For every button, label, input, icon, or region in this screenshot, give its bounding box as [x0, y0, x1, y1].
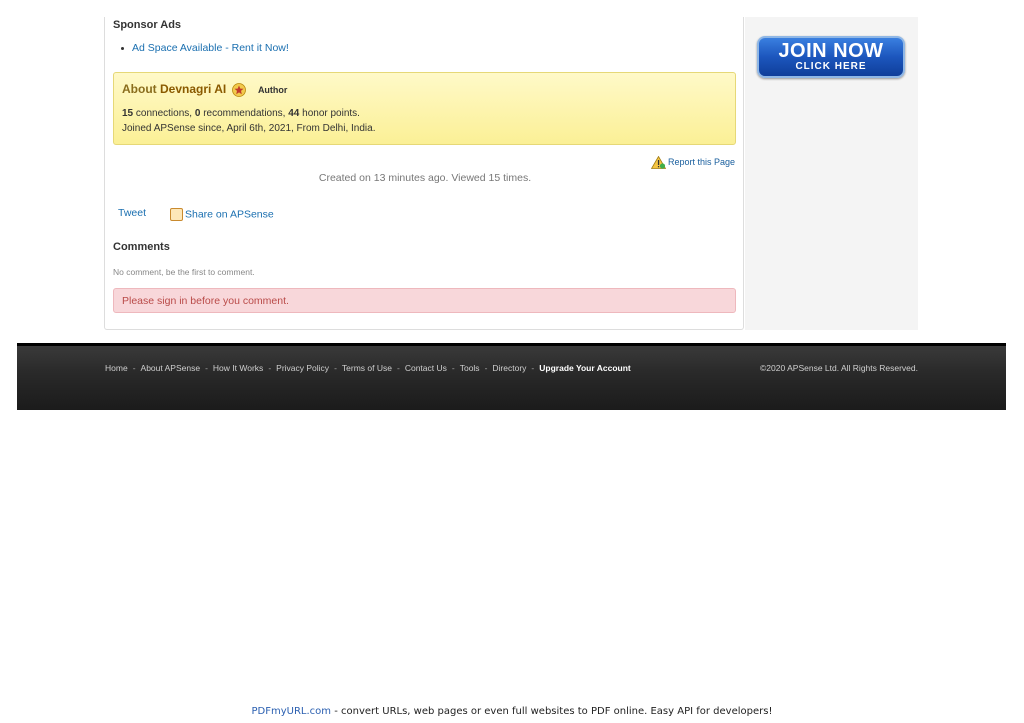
report-page-link[interactable]: Report this Page: [650, 156, 735, 169]
pdfmyurl-link[interactable]: PDFmyURL.com: [252, 706, 332, 717]
footer-link-terms[interactable]: Terms of Use: [342, 363, 392, 373]
created-info: Created on 13 minutes ago. Viewed 15 tim…: [318, 172, 532, 184]
footer-link-directory[interactable]: Directory: [492, 363, 526, 373]
honor-points-label: honor points.: [302, 108, 360, 119]
connections-count: 15: [122, 108, 134, 119]
connections-label: connections,: [135, 108, 193, 119]
pdf-watermark-note: PDFmyURL.com - convert URLs, web pages o…: [0, 706, 1024, 717]
article-card: Sponsor Ads Ad Space Available - Rent it…: [104, 17, 744, 330]
sponsor-ads-title: Sponsor Ads: [113, 19, 182, 31]
warning-icon: [650, 156, 666, 169]
footer-separator: -: [268, 363, 272, 373]
sponsor-ads-list: Ad Space Available - Rent it Now!: [121, 42, 289, 54]
footer-separator: -: [451, 363, 455, 373]
author-badge: Author: [257, 85, 288, 95]
footer-links: Home - About APSense - How It Works - Privacy …: [105, 363, 631, 373]
apsense-share-icon: [170, 208, 183, 221]
footer-separator: -: [334, 363, 337, 373]
comments-title: Comments: [113, 241, 170, 253]
footer-separator: -: [531, 363, 535, 373]
footer-link-contact[interactable]: Contact Us: [405, 363, 447, 373]
footer-link-how-it-works[interactable]: How It Works: [213, 363, 263, 373]
report-page-label: Report this Page: [667, 156, 735, 167]
no-comment-text: No comment, be the first to comment.: [113, 267, 255, 277]
footer-link-upgrade[interactable]: Upgrade Your Account: [539, 363, 630, 373]
honor-points-count: 44: [288, 108, 300, 119]
tweet-button[interactable]: Tweet: [118, 207, 146, 219]
signin-alert: Please sign in before you comment.: [113, 288, 736, 313]
about-stats: 15 connections, 0 recommendations, 44 ho…: [122, 108, 360, 119]
footer-separator: -: [396, 363, 400, 373]
recommendations-count: 0: [194, 108, 201, 119]
star-badge-icon: [231, 82, 246, 97]
author-name-link[interactable]: Devnagri AI: [160, 82, 226, 96]
footer-link-about[interactable]: About APSense: [141, 363, 201, 373]
bullet-icon: [121, 46, 124, 50]
join-now-label: JOIN NOW: [778, 40, 884, 62]
joined-info: Joined APSense since, April 6th, 2021, F…: [122, 123, 376, 134]
pdf-note-text: - convert URLs, web pages or even full w…: [331, 706, 773, 717]
footer-separator: -: [484, 363, 488, 373]
signin-alert-text: Please sign in before you comment.: [122, 295, 289, 307]
about-heading: About Devnagri AI Author: [122, 82, 287, 97]
about-author-box: About Devnagri AI Author 15 connections,…: [113, 72, 736, 145]
footer-separator: -: [205, 363, 208, 373]
footer-link-privacy[interactable]: Privacy Policy: [276, 363, 329, 373]
ad-space-link[interactable]: Ad Space Available - Rent it Now!: [132, 42, 289, 54]
share-apsense-button[interactable]: Share on APSense: [170, 208, 274, 221]
click-here-label: CLICK HERE: [795, 61, 867, 72]
footer-link-tools[interactable]: Tools: [460, 363, 480, 373]
footer-link-home[interactable]: Home: [105, 363, 128, 373]
footer-separator: -: [132, 363, 136, 373]
copyright-text: ©2020 APSense Ltd. All Rights Reserved.: [760, 363, 918, 373]
footer: Home - About APSense - How It Works - Privacy …: [17, 343, 1006, 410]
join-now-button[interactable]: JOIN NOW CLICK HERE: [757, 36, 905, 78]
share-apsense-label: Share on APSense: [185, 208, 274, 221]
recommendations-label: recommendations,: [203, 108, 286, 119]
about-prefix: About: [122, 82, 157, 96]
